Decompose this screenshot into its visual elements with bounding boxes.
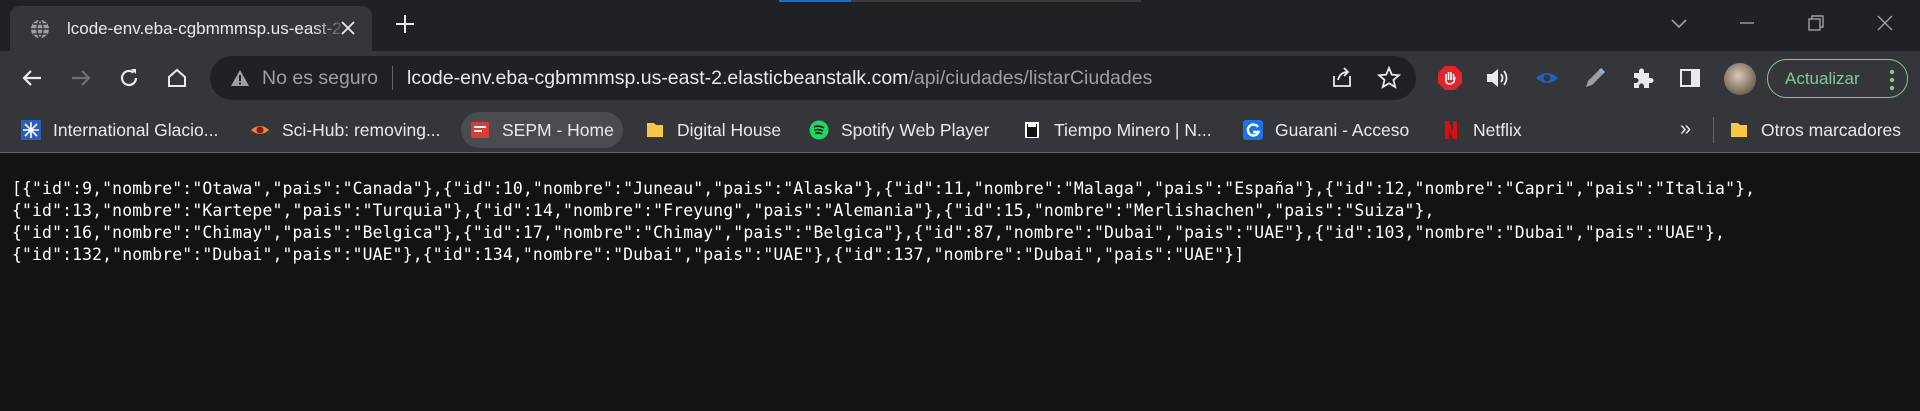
- bookmarks-separator: [1713, 117, 1714, 143]
- close-window-icon[interactable]: [1874, 12, 1896, 34]
- tiempo-minero-icon: [1025, 122, 1039, 138]
- netflix-icon: [1445, 121, 1457, 139]
- bookmark-label: Spotify Web Player: [841, 119, 990, 140]
- bookmark-netflix[interactable]: Netflix: [1432, 112, 1531, 148]
- tab-active[interactable]: lcode-env.eba-cgbmmmsp.us-east-2.elastic…: [10, 6, 372, 51]
- forward-icon[interactable]: [69, 66, 93, 90]
- bookmark-sepm-home[interactable]: SEPM - Home: [461, 112, 623, 148]
- profile-avatar[interactable]: [1724, 63, 1756, 95]
- snowflake-icon: [21, 120, 41, 140]
- json-response-text: [{"id":9,"nombre":"Otawa","pais":"Canada…: [12, 178, 1912, 266]
- bookmark-label: Otros marcadores: [1761, 119, 1902, 140]
- restore-icon[interactable]: [1805, 12, 1827, 34]
- adblock-extension-icon[interactable]: [1437, 65, 1463, 91]
- home-icon[interactable]: [165, 66, 189, 90]
- json-line: {"id":13,"nombre":"Kartepe","pais":"Turq…: [12, 201, 1435, 220]
- folder-icon: [1731, 123, 1747, 137]
- guarani-icon: [1243, 120, 1263, 140]
- security-label[interactable]: No es seguro: [262, 67, 378, 90]
- json-line: {"id":132,"nombre":"Dubai","pais":"UAE"}…: [12, 245, 1245, 264]
- not-secure-warning-icon[interactable]: [230, 68, 250, 88]
- omnibox-divider: [391, 66, 393, 90]
- url-path: /api/ciudades/listarCiudades: [908, 66, 1153, 89]
- update-button[interactable]: Actualizar: [1767, 59, 1908, 98]
- pen-extension-icon[interactable]: [1582, 65, 1608, 91]
- bookmark-sci-hub[interactable]: Sci-Hub: removing...: [241, 112, 450, 148]
- json-line: [{"id":9,"nombre":"Otawa","pais":"Canada…: [12, 179, 1756, 198]
- bookmark-label: Sci-Hub: removing...: [282, 119, 441, 140]
- bookmark-international-glacio[interactable]: International Glacio...: [12, 112, 227, 148]
- back-icon[interactable]: [20, 66, 44, 90]
- minimize-icon[interactable]: [1736, 12, 1758, 34]
- bookmark-label: Netflix: [1473, 119, 1522, 140]
- address-bar[interactable]: No es seguro lcode-env.eba-cgbmmmsp.us-e…: [210, 56, 1416, 100]
- sepm-icon: [471, 122, 489, 138]
- eye-extension-icon[interactable]: [1534, 65, 1560, 91]
- menu-kebab-icon[interactable]: [1889, 69, 1895, 91]
- bookmark-label: Guarani - Acceso: [1275, 119, 1410, 140]
- bookmark-tiempo-minero[interactable]: Tiempo Minero | N...: [1013, 112, 1221, 148]
- bookmark-label: Digital House: [677, 119, 782, 140]
- bookmark-label: International Glacio...: [53, 119, 219, 140]
- folder-icon: [647, 123, 663, 137]
- volume-extension-icon[interactable]: [1484, 65, 1510, 91]
- tab-strip: lcode-env.eba-cgbmmmsp.us-east-2.elastic…: [0, 0, 1920, 51]
- page-content: [{"id":9,"nombre":"Otawa","pais":"Canada…: [0, 154, 1920, 411]
- bookmark-label: Tiempo Minero | N...: [1054, 119, 1212, 140]
- bookmark-spotify[interactable]: Spotify Web Player: [800, 112, 999, 148]
- extensions-puzzle-icon[interactable]: [1630, 65, 1656, 91]
- reload-icon[interactable]: [117, 66, 141, 90]
- bookmark-star-icon[interactable]: [1377, 66, 1401, 90]
- url-host: lcode-env.eba-cgbmmmsp.us-east-2.elastic…: [406, 66, 909, 89]
- tab-title: lcode-env.eba-cgbmmmsp.us-east-2.elastic…: [67, 18, 347, 38]
- new-tab-icon[interactable]: [394, 13, 416, 35]
- bookmarks-overflow-chevron[interactable]: »: [1680, 119, 1698, 139]
- bookmarks-bar: International Glacio... Sci-Hub: removin…: [0, 106, 1920, 153]
- scihub-icon: [251, 126, 269, 134]
- bookmark-guarani[interactable]: Guarani - Acceso: [1234, 112, 1418, 148]
- bookmark-other-bookmarks[interactable]: Otros marcadores: [1720, 112, 1910, 148]
- bookmark-label: SEPM - Home: [502, 119, 614, 140]
- bookmark-digital-house[interactable]: Digital House: [636, 112, 790, 148]
- spotify-icon: [809, 120, 829, 140]
- tab-close-icon[interactable]: [338, 18, 358, 38]
- update-button-label: Actualizar: [1785, 68, 1860, 88]
- url-text[interactable]: lcode-env.eba-cgbmmmsp.us-east-2.elastic…: [407, 67, 1152, 90]
- tab-strip-accent: [779, 0, 851, 2]
- tab-search-chevron-icon[interactable]: [1668, 12, 1690, 34]
- share-icon[interactable]: [1330, 66, 1354, 90]
- globe-icon: [31, 19, 49, 38]
- side-panel-icon[interactable]: [1677, 65, 1703, 91]
- json-line: {"id":16,"nombre":"Chimay","pais":"Belgi…: [12, 223, 1726, 242]
- tab-strip-accent-2: [851, 0, 1141, 2]
- toolbar: No es seguro lcode-env.eba-cgbmmmsp.us-e…: [0, 51, 1920, 106]
